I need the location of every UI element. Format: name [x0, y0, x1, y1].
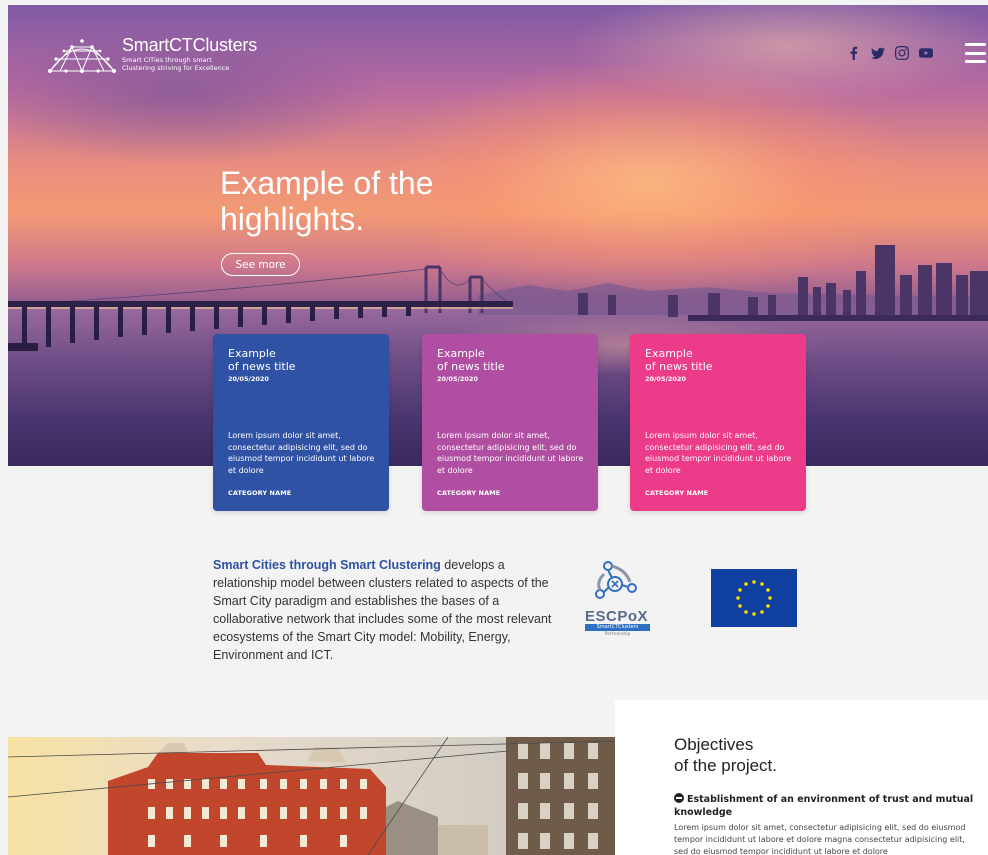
objectives-panel: Objectives of the project. Establishment… [615, 700, 988, 855]
instagram-icon[interactable] [894, 45, 910, 61]
news-card-1[interactable]: Example of news title 20/05/2020 Lorem i… [213, 334, 389, 511]
news-category[interactable]: CATEGORY NAME [228, 489, 291, 497]
eu-flag-icon [711, 569, 797, 627]
brand-tagline-2: Clustering striving for Excellence [122, 64, 230, 72]
news-date: 20/05/2020 [437, 375, 478, 383]
news-card-2[interactable]: Example of news title 20/05/2020 Lorem i… [422, 334, 598, 511]
news-title: of news title [437, 360, 505, 373]
social-links [846, 45, 934, 61]
news-title: of news title [645, 360, 713, 373]
page: SmartCTClusters Smart CITies through sma… [0, 0, 988, 855]
city-buildings-photo [8, 737, 618, 855]
intro-highlight[interactable]: Smart Cities through Smart Clustering [213, 558, 441, 572]
minus-circle-icon[interactable] [674, 793, 684, 803]
intro-paragraph: Smart Cities through Smart Clustering de… [213, 556, 558, 664]
escpox-logo[interactable]: ESCPoX SmartCTClusters Partnership [582, 560, 654, 642]
news-excerpt: Lorem ipsum dolor sit amet, consectetur … [228, 431, 375, 475]
news-excerpt: Lorem ipsum dolor sit amet, consectetur … [645, 431, 792, 475]
hamburger-menu-icon[interactable] [965, 43, 986, 63]
youtube-icon[interactable] [918, 45, 934, 61]
brand-name: SmartCTClusters [122, 35, 258, 55]
escpox-bar-label: SmartCTClusters [585, 624, 650, 631]
news-excerpt: Lorem ipsum dolor sit amet, consectetur … [437, 431, 584, 475]
news-title: of news title [228, 360, 296, 373]
objective-item-text: Lorem ipsum dolor sit amet, consectetur … [674, 823, 966, 855]
objective-item-title[interactable]: Establishment of an environment of trust… [674, 793, 974, 819]
escpox-partnership-label: Partnership [604, 632, 631, 637]
intro-text: develops a relationship model between cl… [213, 558, 552, 662]
site-logo[interactable]: SmartCTClusters Smart CITies through sma… [46, 35, 257, 77]
see-more-button[interactable]: See more [221, 253, 300, 276]
news-date: 20/05/2020 [228, 375, 269, 383]
escpox-wordmark: ESCPoX [585, 608, 649, 625]
brand-tagline-1: Smart CITies through smart [122, 56, 212, 64]
twitter-icon[interactable] [870, 45, 886, 61]
facebook-icon[interactable] [846, 45, 862, 61]
objectives-title: Objectives of the project. [674, 735, 778, 775]
dome-network-logo-icon [48, 39, 116, 73]
hero-title: Example of the highlights. [220, 165, 434, 237]
news-category[interactable]: CATEGORY NAME [437, 489, 500, 497]
escpox-network-icon [595, 561, 637, 599]
news-date: 20/05/2020 [645, 375, 686, 383]
news-card-3[interactable]: Example of news title 20/05/2020 Lorem i… [630, 334, 806, 511]
news-category[interactable]: CATEGORY NAME [645, 489, 708, 497]
